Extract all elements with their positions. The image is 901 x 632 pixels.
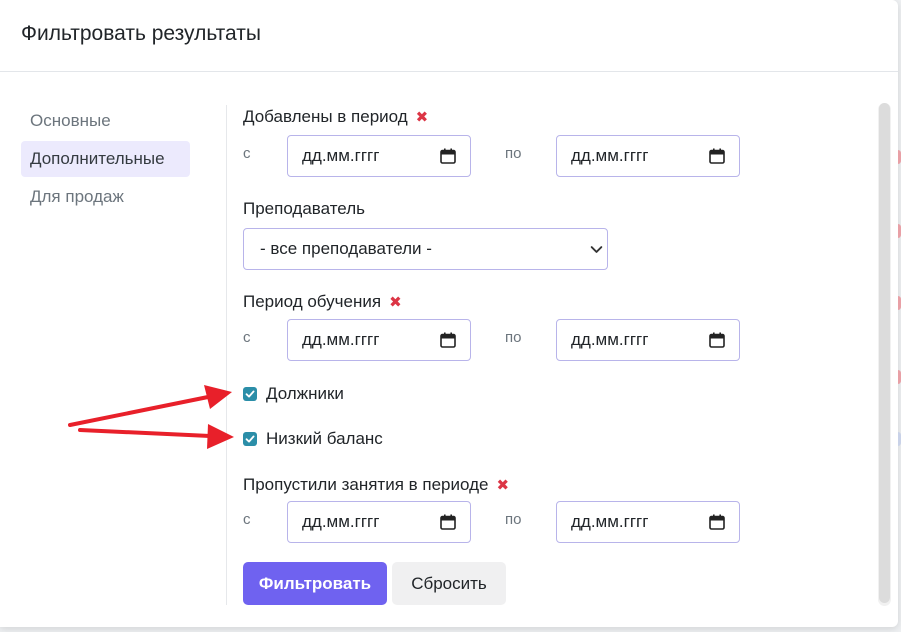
- scrollbar-thumb[interactable]: [879, 103, 890, 603]
- calendar-icon[interactable]: [709, 514, 725, 530]
- missed-period-label: Пропустили занятия в периоде: [243, 475, 489, 494]
- calendar-icon[interactable]: [440, 514, 456, 530]
- filter-button[interactable]: Фильтровать: [243, 562, 387, 605]
- study-period-to-placeholder: дд.мм.гггг: [571, 330, 649, 349]
- missed-period-clear-icon[interactable]: ✖: [496, 477, 509, 494]
- added-period-label: Добавлены в период: [243, 107, 408, 126]
- low-balance-label: Низкий баланс: [266, 429, 383, 448]
- added-period-from-input[interactable]: дд.мм.гггг: [287, 135, 471, 177]
- filter-tabs: Основные Дополнительные Для продаж: [21, 103, 191, 217]
- calendar-icon[interactable]: [709, 332, 725, 348]
- modal-header: Фильтровать результаты: [0, 0, 898, 72]
- debtors-label: Должники: [266, 384, 344, 403]
- low-balance-checkbox[interactable]: [243, 432, 257, 446]
- missed-period-from-input[interactable]: дд.мм.гггг: [287, 501, 471, 543]
- checkmark-icon: [245, 435, 255, 443]
- modal-title: Фильтровать результаты: [21, 22, 261, 45]
- chevron-down-icon: [590, 246, 603, 253]
- added-period-from-placeholder: дд.мм.гггг: [302, 146, 380, 165]
- added-period-to-label: по: [505, 145, 522, 162]
- added-period-to-placeholder: дд.мм.гггг: [571, 146, 649, 165]
- debtors-checkbox[interactable]: [243, 387, 257, 401]
- tab-sales[interactable]: Для продаж: [21, 179, 190, 215]
- study-period-label: Период обучения: [243, 292, 382, 311]
- scrollbar[interactable]: [878, 103, 891, 606]
- tab-main[interactable]: Основные: [21, 103, 190, 139]
- added-period-to-input[interactable]: дд.мм.гггг: [556, 135, 740, 177]
- missed-period-to-label: по: [505, 511, 522, 528]
- added-period-label-row: Добавлены в период ✖: [243, 107, 428, 127]
- reset-button[interactable]: Сбросить: [392, 562, 506, 605]
- missed-period-from-label: с: [243, 511, 251, 528]
- teacher-label: Преподаватель: [243, 199, 365, 218]
- study-period-from-input[interactable]: дд.мм.гггг: [287, 319, 471, 361]
- low-balance-checkbox-row[interactable]: Низкий баланс: [243, 429, 383, 449]
- missed-period-to-input[interactable]: дд.мм.гггг: [556, 501, 740, 543]
- checkmark-icon: [245, 390, 255, 398]
- debtors-checkbox-row[interactable]: Должники: [243, 384, 344, 404]
- study-period-to-label: по: [505, 329, 522, 346]
- study-period-from-placeholder: дд.мм.гггг: [302, 330, 380, 349]
- study-period-from-label: с: [243, 329, 251, 346]
- filter-modal: Фильтровать результаты Основные Дополнит…: [0, 0, 898, 627]
- study-period-label-row: Период обучения ✖: [243, 292, 402, 312]
- calendar-icon[interactable]: [440, 148, 456, 164]
- missed-period-label-row: Пропустили занятия в периоде ✖: [243, 475, 509, 495]
- missed-period-from-placeholder: дд.мм.гггг: [302, 512, 380, 531]
- added-period-clear-icon[interactable]: ✖: [416, 109, 429, 126]
- teacher-select[interactable]: - все преподаватели -: [243, 228, 608, 270]
- nav-divider: [226, 105, 227, 605]
- study-period-clear-icon[interactable]: ✖: [389, 294, 402, 311]
- missed-period-to-placeholder: дд.мм.гггг: [571, 512, 649, 531]
- added-period-from-label: с: [243, 145, 251, 162]
- calendar-icon[interactable]: [709, 148, 725, 164]
- calendar-icon[interactable]: [440, 332, 456, 348]
- teacher-select-value: - все преподаватели -: [260, 239, 432, 258]
- tab-additional[interactable]: Дополнительные: [21, 141, 190, 177]
- study-period-to-input[interactable]: дд.мм.гггг: [556, 319, 740, 361]
